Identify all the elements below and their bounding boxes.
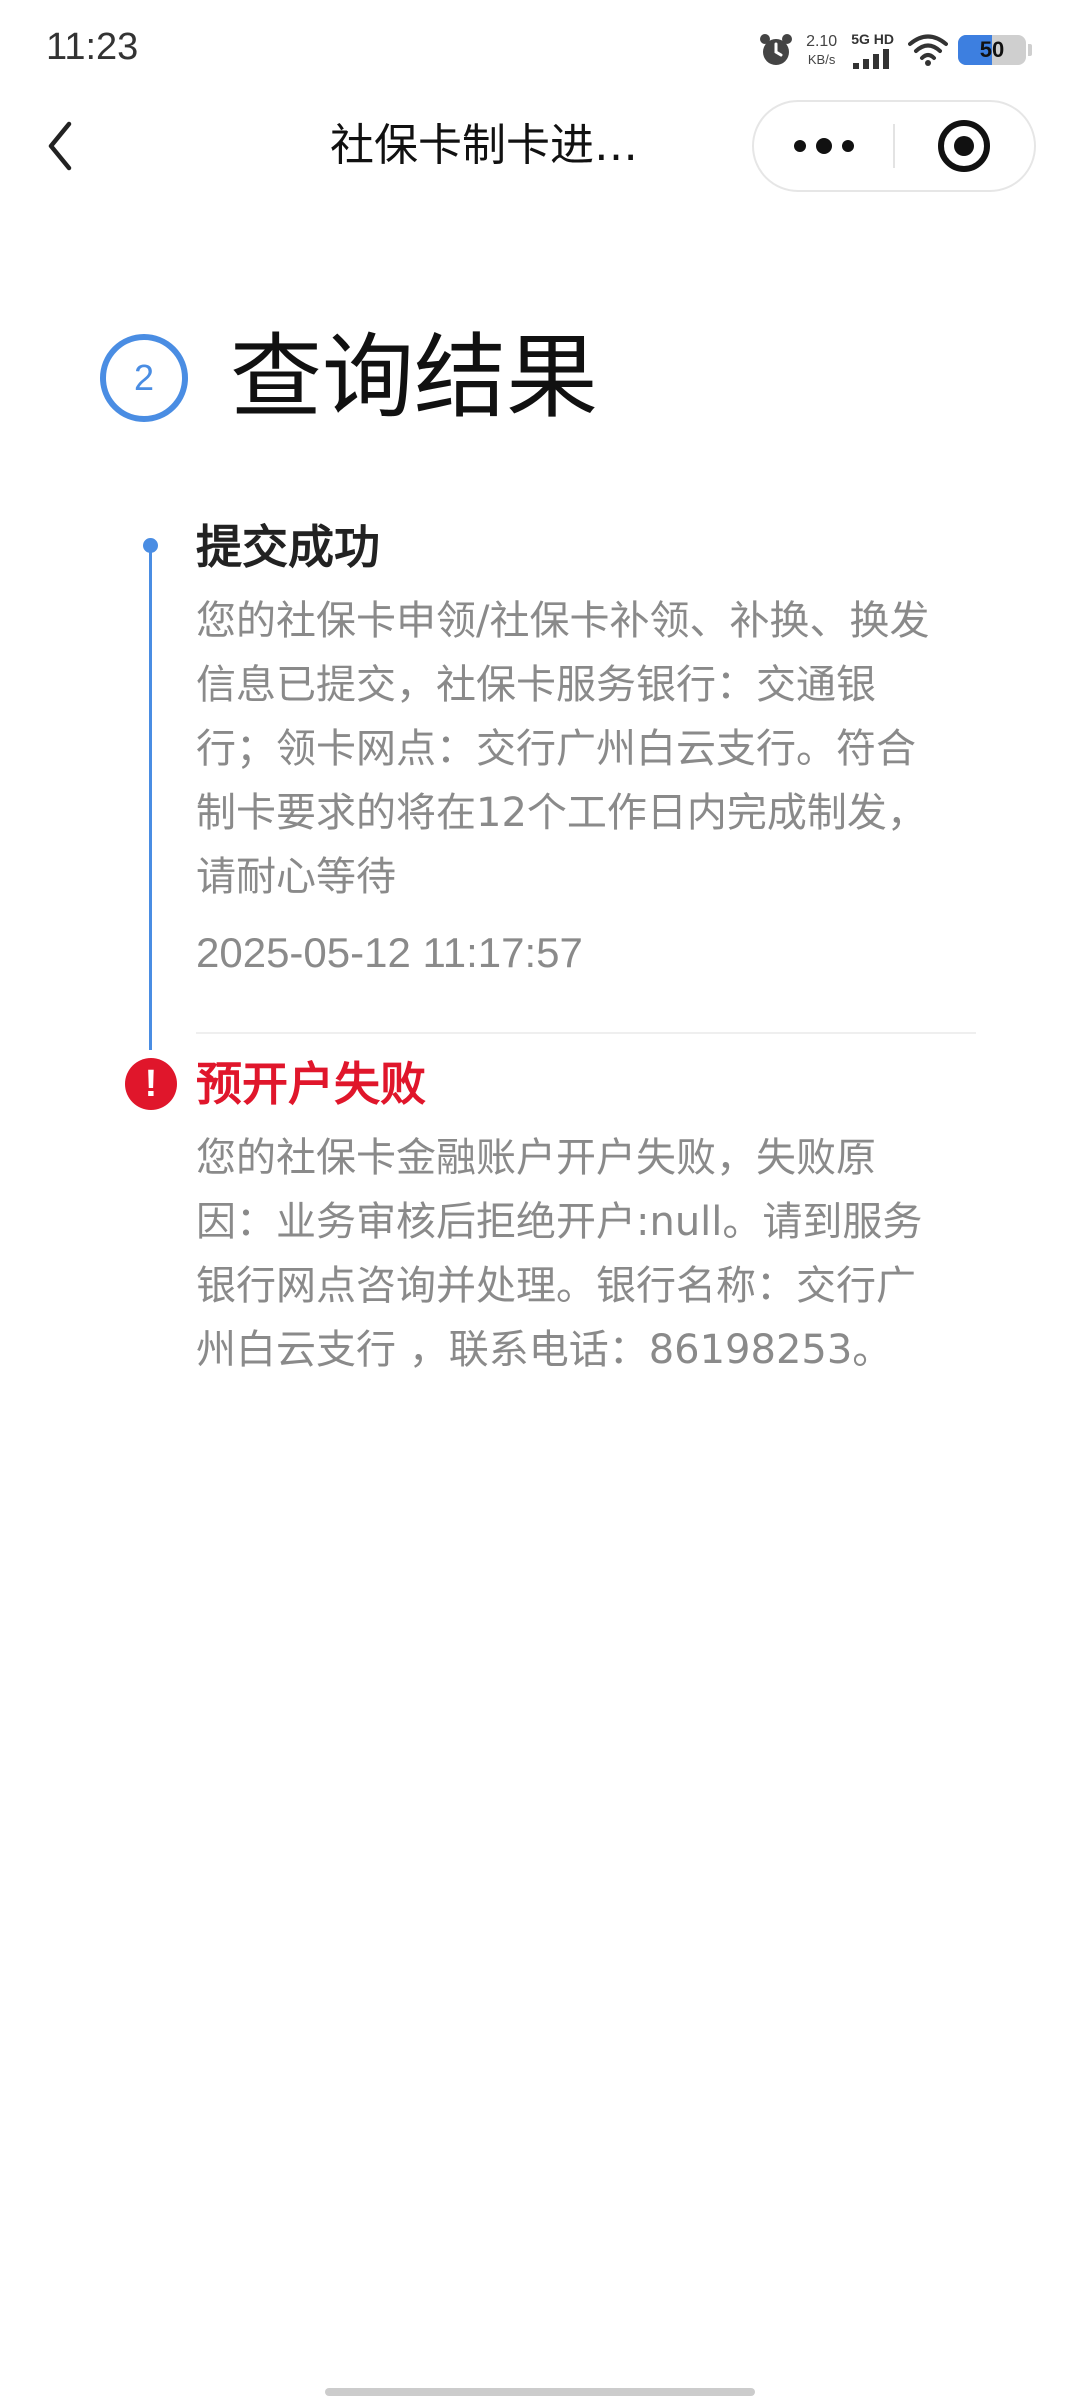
status-time: 11:23 [46, 26, 139, 68]
page: 11:23 2.10 KB/s 5G HD 50 社保卡制卡进… 2 查询结果 … [0, 0, 1080, 2400]
wifi-icon [908, 34, 948, 66]
item-timestamp: 2025-05-12 11:17:57 [196, 929, 583, 976]
net-speed-unit: KB/s [807, 52, 836, 67]
page-title: 社保卡制卡进… [330, 120, 638, 171]
step-header: 2 查询结果 [100, 318, 598, 438]
network-label: 5G HD [851, 30, 894, 47]
more-dots-icon [793, 138, 854, 154]
nav-bar: 社保卡制卡进… [0, 100, 1080, 192]
network-indicator: 5G HD [851, 32, 894, 69]
item-divider [196, 1032, 976, 1034]
step-title: 查询结果 [230, 324, 599, 431]
item-title-error: 预开户失败 [196, 1057, 426, 1111]
timeline-item-submitted: 提交成功 您的社保卡申领/社保卡补领、补换、换发信息已提交，社保卡服务银行：交通… [196, 515, 976, 985]
battery-icon: 50 [958, 35, 1026, 65]
mini-program-capsule [752, 100, 1036, 192]
timeline-line [149, 545, 152, 1050]
exclamation-icon: ! [125, 1058, 177, 1110]
signal-icon [853, 48, 890, 69]
net-speed: 2.10 KB/s [806, 33, 838, 67]
alarm-icon [760, 34, 793, 65]
target-circle-icon [938, 120, 991, 172]
net-speed-value: 2.10 [806, 33, 838, 50]
battery-tip [1028, 44, 1032, 56]
timeline-dot [143, 538, 158, 553]
item-description: 您的社保卡金融账户开户失败，失败原因：业务审核后拒绝开户:null。请到服务银行… [196, 1135, 923, 1373]
chevron-left-icon [48, 121, 72, 171]
home-indicator[interactable] [325, 2388, 755, 2396]
back-button[interactable] [36, 118, 84, 174]
step-number-badge: 2 [100, 334, 188, 422]
timeline-item-account-failed: 预开户失败 您的社保卡金融账户开户失败，失败原因：业务审核后拒绝开户:null。… [196, 1052, 976, 1382]
status-bar: 11:23 2.10 KB/s 5G HD 50 [0, 0, 1080, 100]
close-button[interactable] [895, 102, 1034, 190]
battery-level: 50 [979, 37, 1005, 62]
more-button[interactable] [754, 102, 893, 190]
item-description: 您的社保卡申领/社保卡补领、补换、换发信息已提交，社保卡服务银行：交通银行；领卡… [196, 598, 930, 900]
item-title: 提交成功 [196, 520, 380, 574]
status-icons: 2.10 KB/s 5G HD 50 [758, 28, 1032, 72]
